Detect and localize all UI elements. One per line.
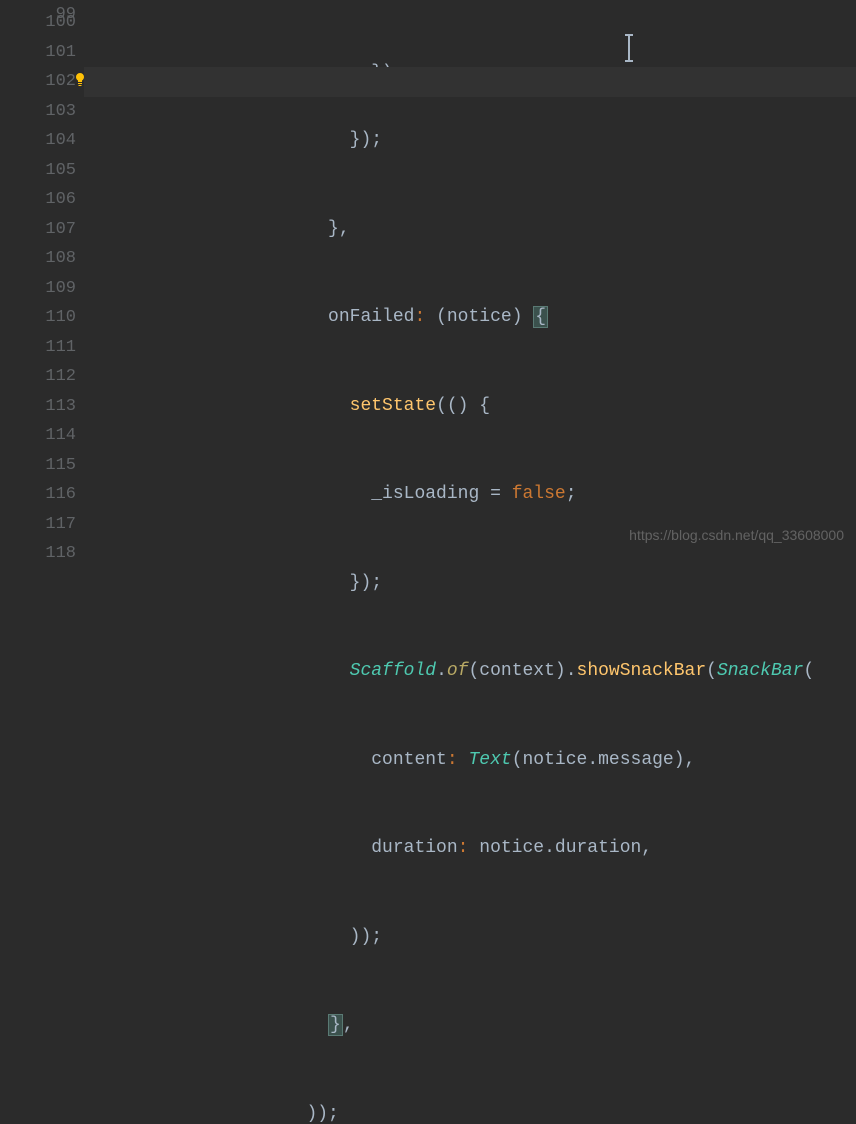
- line-number: 117: [45, 515, 76, 534]
- code-line: onFailed: (notice) {: [112, 303, 856, 333]
- code-editor[interactable]: 99 100 101 102 103 104 105 106 107 108 1…: [0, 0, 856, 562]
- code-line: Scaffold.of(context).showSnackBar(SnackB…: [112, 657, 856, 687]
- line-number: 112: [45, 367, 76, 386]
- gutter: 99 100 101 102 103 104 105 106 107 108 1…: [0, 0, 84, 562]
- code-line: ));: [112, 1100, 856, 1124]
- code-line: });: [112, 59, 856, 67]
- line-number: 108: [45, 249, 76, 268]
- text-cursor-icon: [628, 36, 630, 60]
- line-number: 105: [45, 161, 76, 180]
- line-number: 114: [45, 426, 76, 445]
- line-number: 107: [45, 220, 76, 239]
- code-line: ));: [112, 923, 856, 953]
- code-line: });: [112, 569, 856, 599]
- code-line: duration: notice.duration,: [112, 834, 856, 864]
- line-number: 118: [45, 544, 76, 563]
- matched-bracket: }: [328, 1014, 343, 1036]
- code-line: },: [112, 215, 856, 245]
- line-number: 104: [45, 131, 76, 150]
- line-number: 111: [45, 338, 76, 357]
- code-line: },: [112, 1011, 856, 1041]
- line-number: 116: [45, 485, 76, 504]
- line-number: 103: [45, 102, 76, 121]
- line-number: 115: [45, 456, 76, 475]
- matched-bracket: {: [533, 306, 548, 328]
- code-line: setState(() {: [112, 392, 856, 422]
- line-number: 113: [45, 397, 76, 416]
- line-number: 100: [45, 13, 76, 32]
- code-area[interactable]: }); }); }, onFailed: (notice) { setState…: [112, 0, 856, 562]
- line-number: 106: [45, 190, 76, 209]
- line-number: 101: [45, 43, 76, 62]
- line-number: 110: [45, 308, 76, 327]
- line-number: 109: [45, 279, 76, 298]
- code-line: _isLoading = false;: [112, 480, 856, 510]
- watermark: https://blog.csdn.net/qq_33608000: [629, 521, 844, 551]
- code-line: content: Text(notice.message),: [112, 746, 856, 776]
- code-line: });: [112, 126, 856, 156]
